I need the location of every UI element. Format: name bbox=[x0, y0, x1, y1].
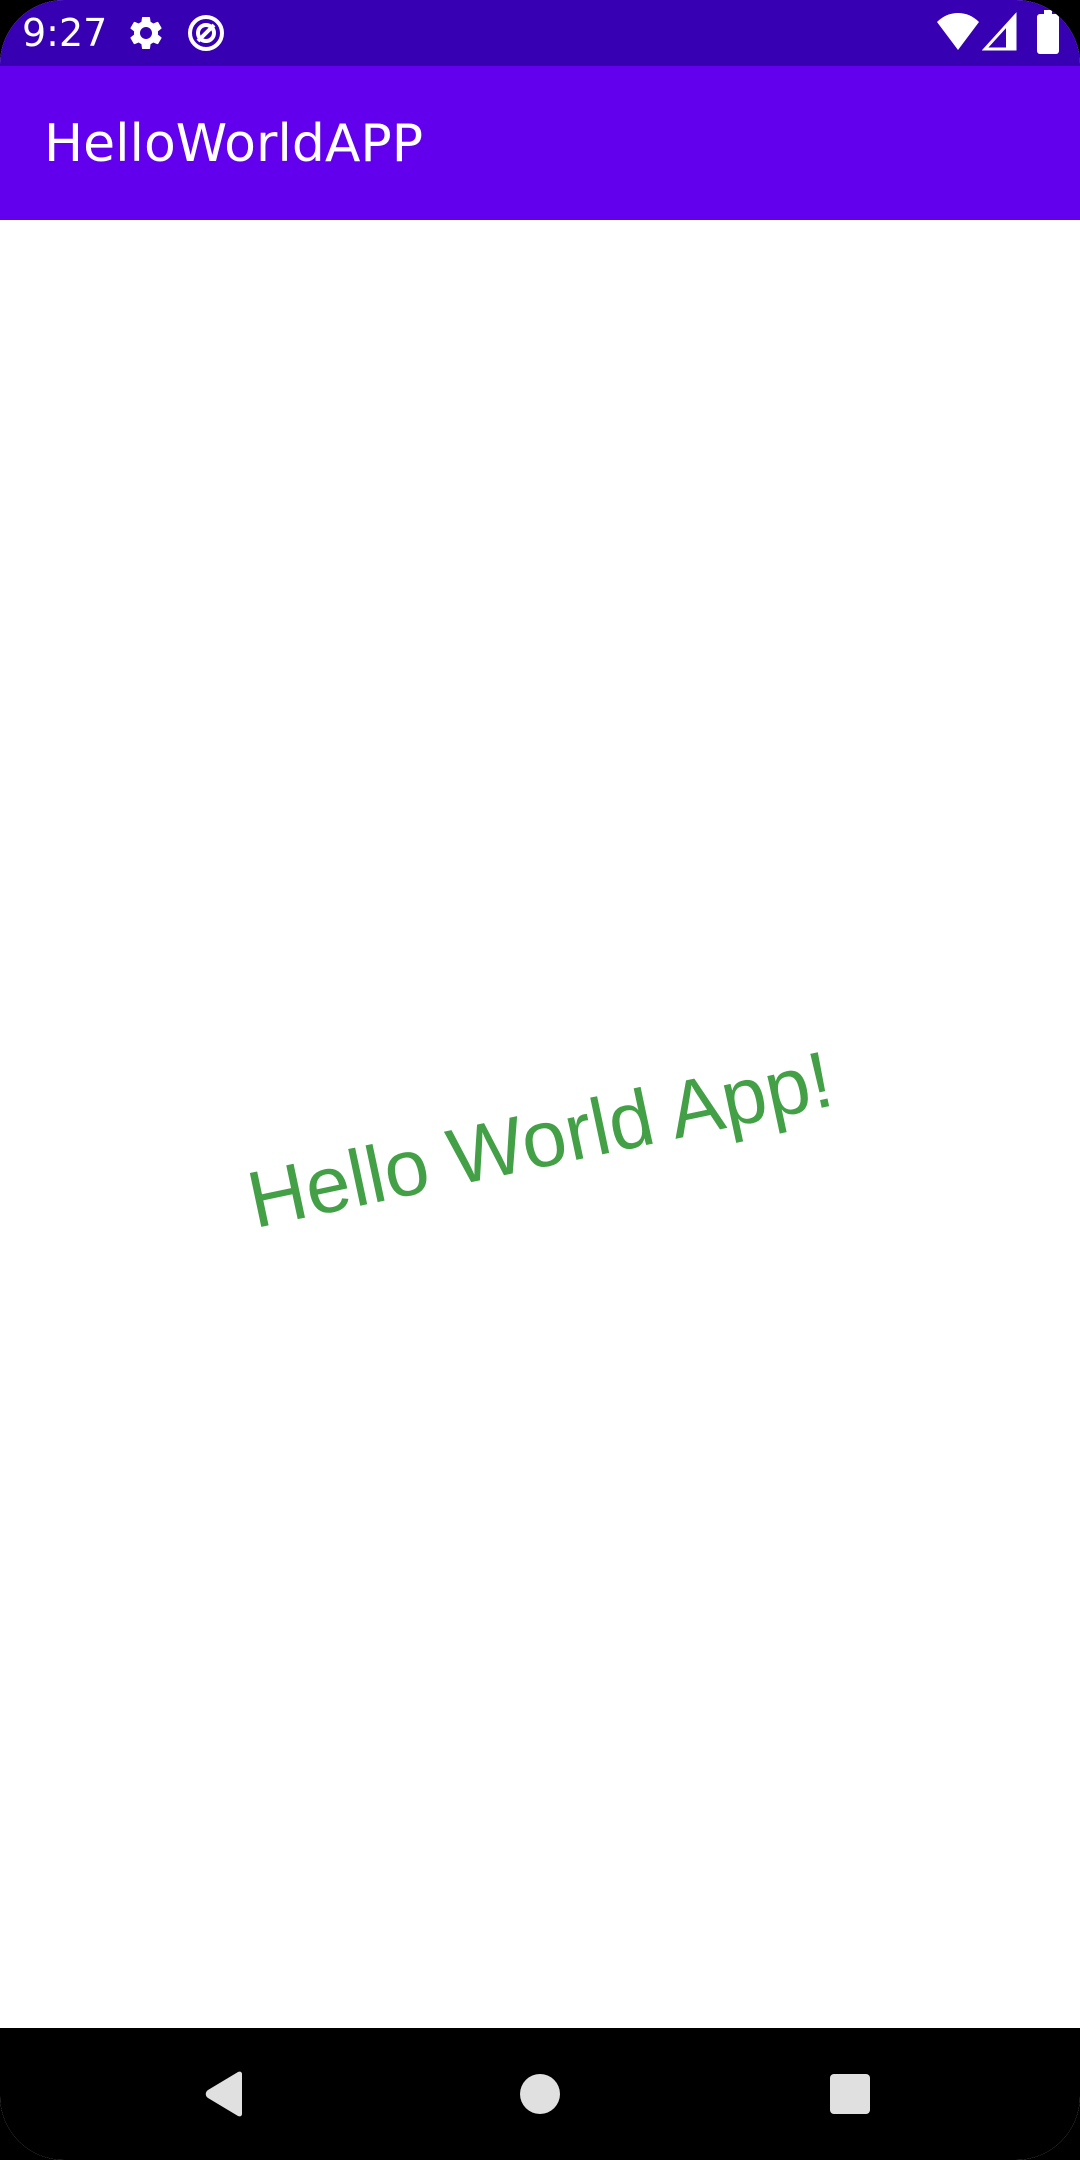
wifi-icon bbox=[936, 12, 980, 52]
recents-icon[interactable] bbox=[814, 2058, 886, 2130]
app-bar: HelloWorldAPP bbox=[0, 66, 1080, 220]
signal-icon bbox=[981, 12, 1018, 52]
home-icon[interactable] bbox=[504, 2058, 576, 2130]
status-time: 9:27 bbox=[22, 11, 108, 55]
back-icon[interactable] bbox=[190, 2058, 262, 2130]
battery-icon bbox=[1036, 10, 1060, 54]
gear-icon bbox=[126, 13, 166, 53]
navigation-bar bbox=[0, 2028, 1080, 2160]
app-title: HelloWorldAPP bbox=[44, 114, 424, 174]
status-bar: 9:27 bbox=[0, 0, 1080, 66]
phone-screen: 9:27 HelloWorldAPP Hello World App! bbox=[0, 0, 1080, 2160]
data-saver-icon bbox=[186, 13, 226, 53]
